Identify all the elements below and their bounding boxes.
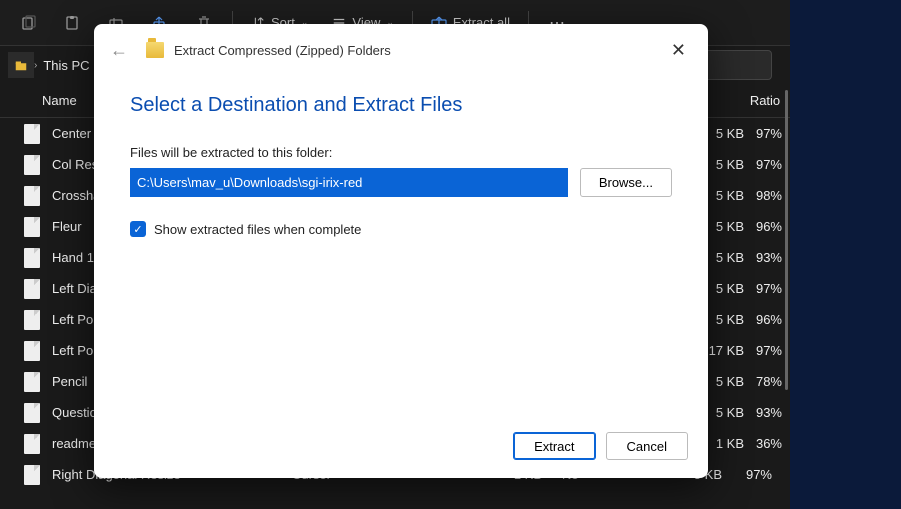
- file-ratio: 78%: [744, 374, 790, 389]
- column-ratio[interactable]: Ratio: [740, 93, 790, 108]
- checkbox-checked-icon[interactable]: ✓: [130, 221, 146, 237]
- path-label: Files will be extracted to this folder:: [130, 145, 672, 160]
- file-ratio: 97%: [722, 467, 772, 482]
- paste-icon[interactable]: [52, 5, 92, 41]
- file-ratio: 97%: [744, 281, 790, 296]
- file-ratio: 93%: [744, 405, 790, 420]
- destination-path-input[interactable]: [130, 168, 568, 197]
- file-icon: [24, 434, 40, 454]
- file-ratio: 36%: [744, 436, 790, 451]
- extract-dialog: ← Extract Compressed (Zipped) Folders ✕ …: [94, 24, 708, 478]
- zip-folder-icon: [146, 42, 164, 58]
- cancel-button[interactable]: Cancel: [606, 432, 688, 460]
- back-arrow-icon[interactable]: ←: [110, 40, 128, 61]
- file-ratio: 97%: [744, 157, 790, 172]
- browse-button[interactable]: Browse...: [580, 168, 672, 197]
- dialog-title: Extract Compressed (Zipped) Folders: [174, 43, 391, 58]
- scrollbar-thumb[interactable]: [785, 90, 788, 390]
- file-icon: [24, 217, 40, 237]
- show-extracted-checkbox-row[interactable]: ✓ Show extracted files when complete: [130, 221, 672, 237]
- file-icon: [24, 341, 40, 361]
- file-icon: [24, 279, 40, 299]
- breadcrumb-item[interactable]: This PC: [37, 58, 95, 73]
- file-icon: [24, 310, 40, 330]
- file-ratio: 98%: [744, 188, 790, 203]
- file-ratio: 93%: [744, 250, 790, 265]
- file-ratio: 96%: [744, 312, 790, 327]
- file-icon: [24, 403, 40, 423]
- file-icon: [24, 155, 40, 175]
- desktop-background: [790, 0, 901, 509]
- file-ratio: 96%: [744, 219, 790, 234]
- file-icon: [24, 186, 40, 206]
- dialog-header: ← Extract Compressed (Zipped) Folders ✕: [94, 24, 708, 76]
- file-icon: [24, 248, 40, 268]
- extract-button[interactable]: Extract: [513, 432, 595, 460]
- file-ratio: 97%: [744, 343, 790, 358]
- file-icon: [24, 124, 40, 144]
- dialog-heading: Select a Destination and Extract Files: [130, 94, 672, 117]
- file-icon: [24, 465, 40, 485]
- file-ratio: 97%: [744, 126, 790, 141]
- file-icon: [24, 372, 40, 392]
- home-icon[interactable]: [8, 52, 34, 78]
- copy-icon[interactable]: [8, 5, 48, 41]
- search-input[interactable]: [702, 50, 772, 80]
- show-extracted-label: Show extracted files when complete: [154, 222, 361, 237]
- close-icon[interactable]: ✕: [665, 34, 692, 67]
